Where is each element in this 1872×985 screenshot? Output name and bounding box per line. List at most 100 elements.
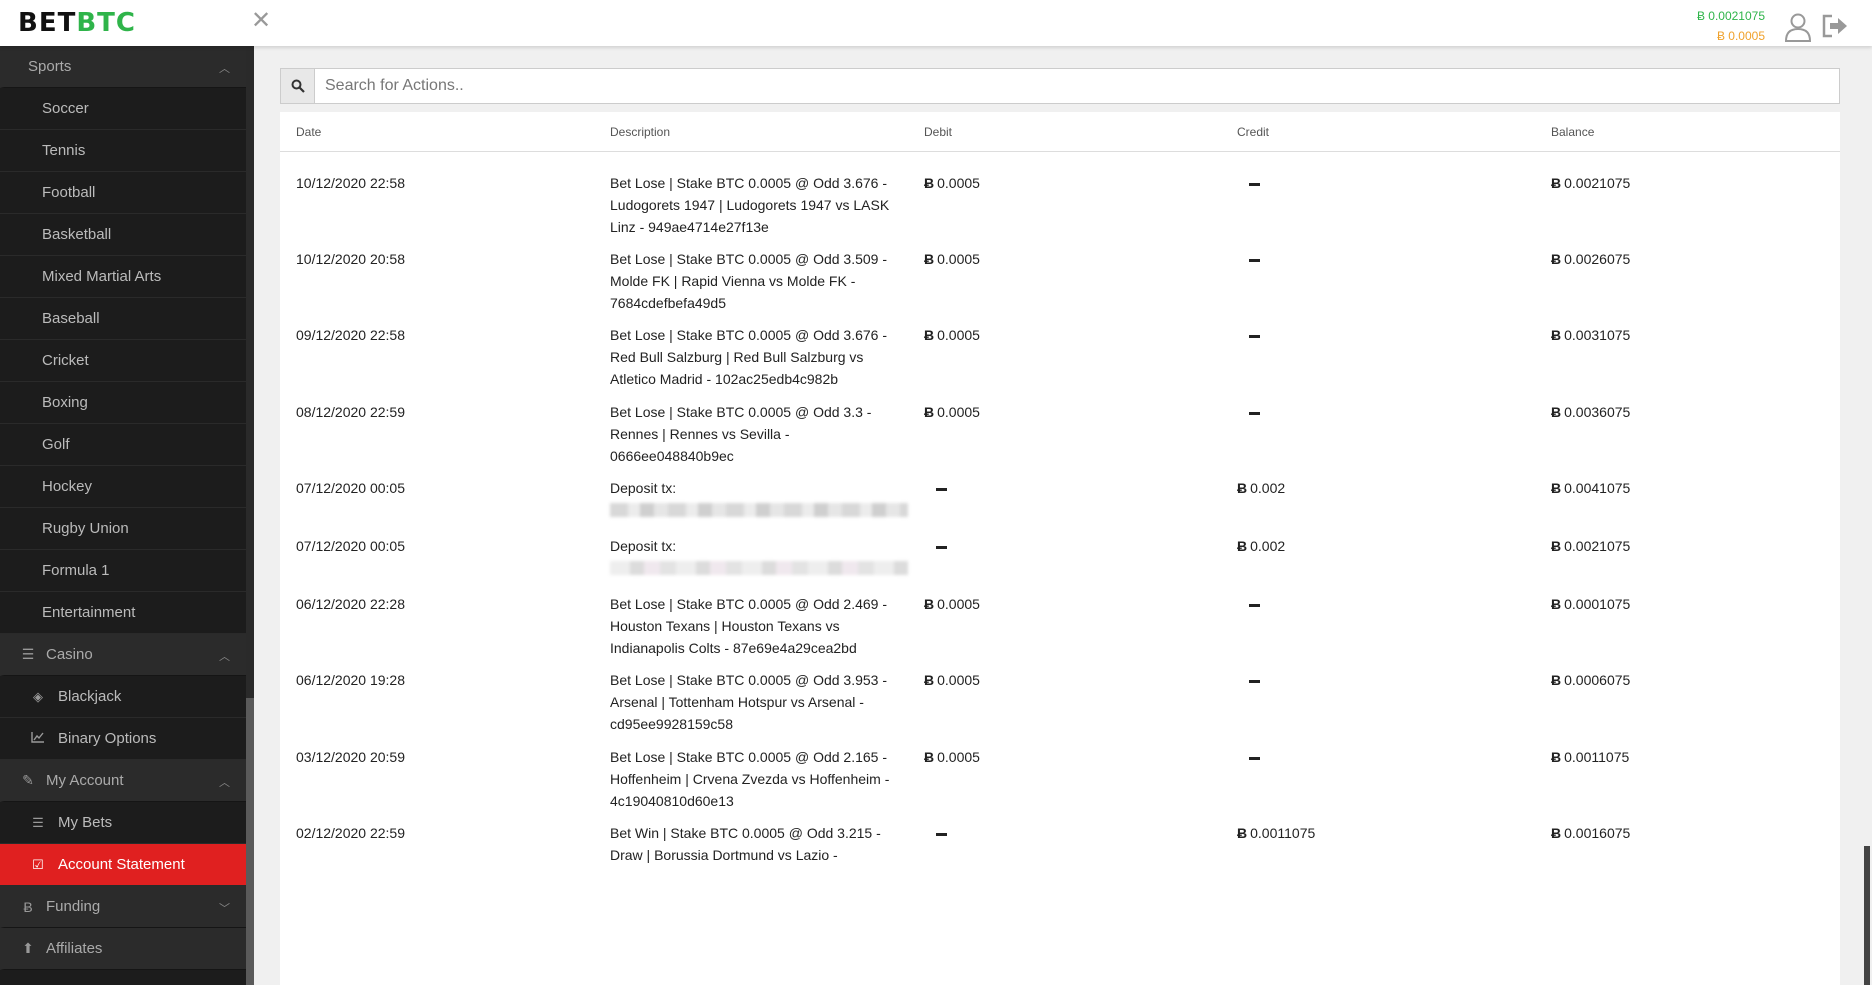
- cell-debit-value: 0.0005: [937, 327, 980, 343]
- statement-table: Date Description Debit Credit Balance 10…: [280, 112, 1840, 985]
- cell-debit-value: 0.0005: [937, 749, 980, 765]
- cell-balance-value: 0.0021075: [1564, 538, 1631, 554]
- table-row[interactable]: 06/12/2020 22:28 Bet Lose | Stake BTC 0.0…: [280, 573, 1840, 656]
- cell-balance: Ƀ 0.0031075: [1551, 324, 1630, 346]
- cell-balance-value: 0.0011075: [1564, 749, 1630, 765]
- betbtc-logo[interactable]: BET BTC: [18, 8, 136, 38]
- table-row[interactable]: 02/12/2020 22:59 Bet Win | Stake BTC 0.00…: [280, 802, 1840, 863]
- logo-bet-text: BET: [18, 8, 77, 38]
- cell-balance: Ƀ 0.0011075: [1551, 746, 1629, 768]
- sidebar-item-football[interactable]: Football: [0, 172, 246, 214]
- tag-icon: ◈: [33, 688, 43, 704]
- bitcoin-icon: Ƀ: [23, 898, 33, 915]
- sidebar-item-label: Binary Options: [58, 730, 157, 747]
- description-text: Bet Lose | Stake BTC 0.0005 @ Odd 2.165 …: [610, 749, 890, 809]
- sidebar-section-label: My Account: [46, 772, 124, 789]
- cell-credit: [1237, 172, 1260, 194]
- sidebar-section-casino[interactable]: ☰ Casino ︿: [0, 634, 246, 676]
- cell-date: 03/12/2020 20:59: [296, 749, 405, 765]
- page-scrollbar[interactable]: [1862, 46, 1872, 985]
- cell-date: 06/12/2020 19:28: [296, 672, 405, 688]
- arrow-up-circle-icon: ⬆: [22, 940, 34, 956]
- sidebar-item-basketball[interactable]: Basketball: [0, 214, 246, 256]
- cell-debit-value: 0.0005: [937, 251, 980, 267]
- sidebar-section-funding[interactable]: Ƀ Funding ﹀: [0, 886, 246, 928]
- table-row[interactable]: 10/12/2020 22:58 Bet Lose | Stake BTC 0.0…: [280, 152, 1840, 235]
- list-icon: ☰: [21, 646, 35, 662]
- header-credit[interactable]: Credit: [1237, 125, 1269, 139]
- table-row[interactable]: 10/12/2020 20:58 Bet Lose | Stake BTC 0.0…: [280, 228, 1840, 311]
- sidebar-section-my-account[interactable]: ✎ My Account ︿: [0, 760, 246, 802]
- bitcoin-icon: Ƀ: [1237, 825, 1248, 841]
- close-sidebar-icon[interactable]: ✕: [251, 9, 271, 33]
- table-row[interactable]: 08/12/2020 22:59 Bet Lose | Stake BTC 0.0…: [280, 381, 1840, 464]
- balance-panel: Ƀ 0.0021075 Ƀ 0.0005: [1697, 6, 1765, 46]
- sidebar-item-cricket[interactable]: Cricket: [0, 340, 246, 382]
- sidebar-item-mixed-martial-arts[interactable]: Mixed Martial Arts: [0, 256, 246, 298]
- logout-icon[interactable]: [1821, 14, 1849, 38]
- sidebar-item-binary-options[interactable]: Binary Options: [0, 718, 246, 760]
- sidebar-item-entertainment[interactable]: Entertainment: [0, 592, 246, 634]
- cell-debit: [924, 822, 947, 844]
- header-balance[interactable]: Balance: [1551, 125, 1594, 139]
- sidebar-item-blackjack[interactable]: ◈ Blackjack: [0, 676, 246, 718]
- sidebar-item-golf[interactable]: Golf: [0, 424, 246, 466]
- bitcoin-icon: Ƀ: [924, 749, 935, 765]
- cell-date: 10/12/2020 20:58: [296, 251, 405, 267]
- logo-btc-text: BTC: [76, 8, 136, 38]
- sidebar-item-label: Golf: [42, 436, 70, 453]
- cell-date: 07/12/2020 00:05: [296, 538, 405, 554]
- cell-description: Deposit tx:: [610, 535, 910, 575]
- user-icon[interactable]: [1784, 12, 1812, 42]
- sidebar-item-account-statement[interactable]: ☑ Account Statement: [0, 844, 246, 886]
- table-row[interactable]: 03/12/2020 20:59 Bet Lose | Stake BTC 0.0…: [280, 726, 1840, 809]
- sidebar-section-affiliates[interactable]: ⬆ Affiliates: [0, 928, 246, 970]
- checkbox-icon: ☑: [32, 856, 44, 872]
- table-row[interactable]: 07/12/2020 00:05 Deposit tx: Ƀ 0.002 Ƀ 0.0041…: [280, 457, 1840, 517]
- empty-dash: [1249, 756, 1260, 760]
- empty-dash: [1249, 258, 1260, 262]
- sidebar-item-formula-1[interactable]: Formula 1: [0, 550, 246, 592]
- cell-balance-value: 0.0026075: [1564, 251, 1631, 267]
- empty-dash: [1249, 603, 1260, 607]
- cell-credit: [1237, 593, 1260, 615]
- sidebar-scroll-thumb[interactable]: [246, 698, 254, 985]
- bitcoin-icon: Ƀ: [1551, 749, 1562, 765]
- table-row[interactable]: 06/12/2020 19:28 Bet Lose | Stake BTC 0.0…: [280, 649, 1840, 732]
- empty-dash: [936, 832, 947, 836]
- sidebar-section-label: Casino: [46, 646, 93, 663]
- cell-debit-value: 0.0005: [937, 404, 980, 420]
- sidebar-item-hockey[interactable]: Hockey: [0, 466, 246, 508]
- top-bar: BET BTC ✕ Ƀ 0.0021075 Ƀ 0.0005: [0, 0, 1872, 46]
- edit-icon: ✎: [22, 772, 34, 788]
- sidebar-section-sports[interactable]: Sports ︿: [0, 46, 246, 88]
- sidebar-item-baseball[interactable]: Baseball: [0, 298, 246, 340]
- description-text: Bet Lose | Stake BTC 0.0005 @ Odd 3.3 - …: [610, 404, 872, 464]
- search-input[interactable]: [315, 69, 1839, 103]
- sidebar-item-label: My Bets: [58, 814, 113, 831]
- bitcoin-icon: Ƀ: [1551, 596, 1562, 612]
- header-description[interactable]: Description: [610, 125, 910, 139]
- cell-debit: Ƀ 0.0005: [924, 324, 980, 346]
- sidebar-scrollbar[interactable]: [246, 46, 254, 985]
- sidebar-item-my-bets[interactable]: ☰ My Bets: [0, 802, 246, 844]
- cell-credit: Ƀ 0.0011075: [1237, 822, 1315, 844]
- sidebar-item-rugby-union[interactable]: Rugby Union: [0, 508, 246, 550]
- sidebar-item-soccer[interactable]: Soccer: [0, 88, 246, 130]
- bitcoin-icon: Ƀ: [924, 404, 935, 420]
- header-date[interactable]: Date: [296, 125, 321, 139]
- header-debit[interactable]: Debit: [924, 125, 952, 139]
- table-row[interactable]: 09/12/2020 22:58 Bet Lose | Stake BTC 0.0…: [280, 304, 1840, 387]
- cell-debit: Ƀ 0.0005: [924, 746, 980, 768]
- sidebar-item-label: Football: [42, 184, 96, 201]
- bitcoin-icon: Ƀ: [1551, 404, 1562, 420]
- cell-date: 10/12/2020 22:58: [296, 175, 405, 191]
- sidebar-item-boxing[interactable]: Boxing: [0, 382, 246, 424]
- sidebar-item-label: Tennis: [42, 142, 86, 159]
- table-row[interactable]: 07/12/2020 00:05 Deposit tx: Ƀ 0.002 Ƀ 0.0021…: [280, 515, 1840, 575]
- empty-dash: [936, 545, 947, 549]
- bitcoin-icon: Ƀ: [1551, 175, 1562, 191]
- search-button[interactable]: [281, 69, 315, 103]
- page-scroll-thumb[interactable]: [1864, 846, 1870, 985]
- sidebar-item-tennis[interactable]: Tennis: [0, 130, 246, 172]
